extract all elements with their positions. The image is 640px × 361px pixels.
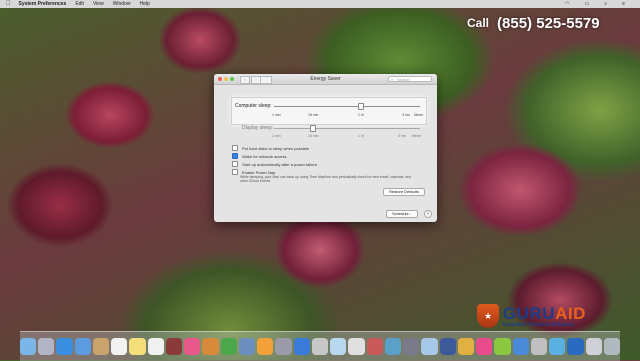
title-bar: ‹ › Energy Saver ⌕ Search	[214, 74, 437, 85]
evernote-icon[interactable]	[220, 338, 237, 355]
option-hard-disks[interactable]: Put hard disks to sleep when possible	[232, 145, 309, 151]
option-label: Wake for network access	[242, 153, 287, 159]
menu-app-name[interactable]: System Preferences	[19, 1, 67, 7]
brand-tagline: Unrivaled Technical Solutions	[503, 321, 575, 328]
display-sleep-knob[interactable]	[310, 125, 316, 132]
display-sleep-label: Display sleep:	[242, 125, 274, 131]
phone-number: (855) 525-5579	[497, 14, 600, 32]
app-icon[interactable]	[512, 338, 529, 355]
app-icon[interactable]	[549, 338, 566, 355]
itunes-icon[interactable]	[476, 338, 493, 355]
brand-aid: AID	[555, 303, 586, 323]
display-tick-1-hr: 1 hr	[358, 134, 365, 138]
display-tick-1-min: 1 min	[272, 134, 281, 138]
battery-icon[interactable]: ▭	[585, 1, 590, 7]
display-tick-15-min: 15 min	[308, 134, 319, 138]
system-preferences-icon[interactable]	[275, 338, 292, 355]
spotlight-icon[interactable]: ⌕	[604, 1, 607, 7]
option-label: Start up automatically after a power fai…	[242, 161, 317, 167]
checkbox[interactable]	[232, 145, 238, 151]
restore-defaults-button[interactable]: Restore Defaults	[383, 188, 425, 196]
menu-help[interactable]: Help	[139, 1, 149, 7]
tick-15-min: 15 min	[308, 113, 319, 117]
menu-bar:  System Preferences Edit View Window He…	[0, 0, 640, 8]
app-icon[interactable]	[567, 338, 584, 355]
list-icon[interactable]: ≡	[622, 1, 625, 7]
power-nap-note: While sleeping, your Mac can back up usi…	[240, 175, 412, 183]
tick-3-hrs: 3 hrs	[402, 113, 410, 117]
option-label: Enable Power Nap	[242, 169, 276, 175]
search-placeholder: Search	[397, 77, 410, 82]
photos-icon[interactable]	[257, 338, 274, 355]
display-tick-never: Never	[412, 134, 422, 138]
app-icon[interactable]	[421, 338, 438, 355]
app-icon[interactable]	[330, 338, 347, 355]
checkbox[interactable]	[232, 161, 238, 167]
safari-icon[interactable]	[56, 338, 73, 355]
contacts-icon[interactable]	[92, 338, 110, 355]
search-input[interactable]: ⌕ Search	[388, 76, 432, 82]
menu-edit[interactable]: Edit	[75, 1, 84, 7]
mail-icon[interactable]	[74, 338, 91, 355]
app-icon[interactable]	[585, 338, 602, 355]
brand-name: GURUAID	[503, 305, 586, 322]
garageband-icon[interactable]	[202, 338, 219, 355]
app-icon[interactable]	[439, 338, 456, 355]
tick-1-hr: 1 hr	[358, 113, 365, 117]
guru-shield-icon: ★	[477, 304, 499, 328]
app-icon[interactable]	[311, 338, 329, 355]
checkbox[interactable]	[232, 169, 238, 175]
trash-icon[interactable]	[603, 338, 621, 355]
checkbox-checked[interactable]	[232, 153, 238, 159]
apple-icon[interactable]: 	[6, 1, 11, 7]
computer-sleep-slider[interactable]	[274, 106, 420, 107]
schedule-button[interactable]: Schedule...	[386, 210, 418, 218]
app-icon[interactable]	[366, 338, 383, 355]
wifi-icon[interactable]: ◠	[565, 1, 569, 7]
launchpad-icon[interactable]	[38, 338, 55, 355]
brand-text: GURUAID Unrivaled Technical Solutions	[503, 305, 586, 328]
tick-never: Never	[414, 113, 424, 117]
app-icon[interactable]	[348, 338, 365, 355]
preview-icon[interactable]	[238, 338, 256, 355]
app-icon[interactable]	[494, 338, 511, 355]
finder-icon[interactable]	[19, 338, 37, 355]
status-area: ◠ ▭ ⌕ ≡	[565, 0, 634, 8]
dock	[19, 331, 621, 361]
option-label: Put hard disks to sleep when possible	[242, 145, 309, 151]
app-icon[interactable]	[384, 338, 402, 355]
computer-sleep-knob[interactable]	[358, 103, 364, 110]
call-banner: Call (855) 525-5579	[461, 12, 606, 34]
help-button[interactable]: ?	[424, 210, 432, 218]
app-icon[interactable]	[403, 338, 420, 355]
tick-1-min: 1 min	[272, 113, 281, 117]
guruaid-logo: ★ GURUAID Unrivaled Technical Solutions	[477, 303, 586, 329]
itunes-icon[interactable]	[184, 338, 201, 355]
display-sleep-slider[interactable]	[274, 128, 420, 129]
search-icon: ⌕	[391, 77, 394, 82]
option-wake-network[interactable]: Wake for network access	[232, 153, 287, 159]
photo-booth-icon[interactable]	[165, 338, 183, 355]
app-icon[interactable]	[457, 338, 475, 355]
computer-sleep-label: Computer sleep:	[235, 103, 272, 109]
menu-window[interactable]: Window	[113, 1, 131, 7]
app-icon[interactable]	[530, 338, 548, 355]
reminders-icon[interactable]	[147, 338, 164, 355]
calendar-icon[interactable]	[111, 338, 128, 355]
keynote-icon[interactable]	[293, 338, 310, 355]
menu-view[interactable]: View	[93, 1, 104, 7]
brand-guru: GURU	[503, 303, 556, 323]
option-power-failure[interactable]: Start up automatically after a power fai…	[232, 161, 317, 167]
call-label: Call	[467, 16, 490, 30]
display-tick-3-hrs: 3 hrs	[398, 134, 406, 138]
notes-icon[interactable]	[129, 338, 146, 355]
computer-sleep-highlight	[231, 97, 427, 125]
